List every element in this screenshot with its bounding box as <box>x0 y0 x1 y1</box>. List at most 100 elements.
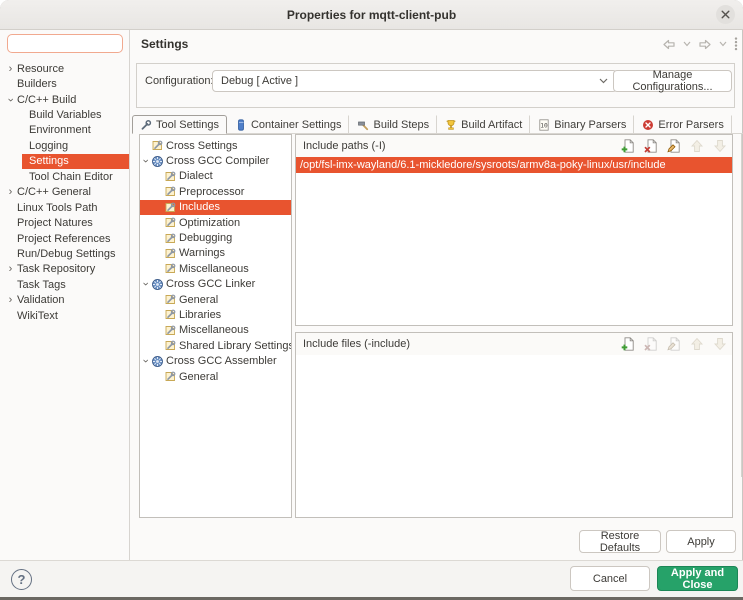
tool-tree-item-cross-gcc-assembler[interactable]: › Cross GCC Assembler <box>140 353 291 368</box>
tab-build-artifact[interactable]: Build Artifact <box>437 115 531 133</box>
move-entry-down-button[interactable] <box>712 337 727 352</box>
back-button[interactable] <box>662 38 676 51</box>
properties-sidebar: › Resource Builders › C/C++ Build Build Varia… <box>0 30 130 560</box>
move-entry-down-button[interactable] <box>712 139 727 154</box>
tool-tree-item-libraries[interactable]: Libraries <box>140 307 291 322</box>
container-icon <box>235 118 247 131</box>
category-icon <box>164 324 177 337</box>
apply-button[interactable]: Apply <box>666 530 736 553</box>
cancel-button[interactable]: Cancel <box>570 566 650 591</box>
sidebar-item-builders[interactable]: Builders <box>0 76 129 91</box>
restore-defaults-button[interactable]: Restore Defaults <box>579 530 661 554</box>
tool-tree-item-miscellaneous[interactable]: Miscellaneous <box>140 323 291 338</box>
dialog-footer: ? Cancel Apply and Close <box>0 560 743 600</box>
titlebar[interactable]: Properties for mqtt-client-pub <box>0 0 743 30</box>
forward-history-button[interactable] <box>719 41 727 47</box>
tool-tree-item-general[interactable]: General <box>140 369 291 384</box>
sidebar-item-label: Validation <box>17 294 65 307</box>
sidebar-item-resource[interactable]: › Resource <box>0 61 129 76</box>
sidebar-item-environment[interactable]: Environment <box>0 123 129 138</box>
tool-tree-item-label: Optimization <box>179 216 241 229</box>
forward-button[interactable] <box>698 38 712 51</box>
tool-tree-item-miscellaneous[interactable]: Miscellaneous <box>140 261 291 276</box>
move-down-icon <box>713 139 727 153</box>
manage-configurations-button[interactable]: Manage Configurations... <box>613 69 732 93</box>
tab-binary-parsers[interactable]: 10 Binary Parsers <box>530 115 635 133</box>
tool-tree-item-dialect[interactable]: Dialect <box>140 169 291 184</box>
add-entry-button[interactable] <box>620 337 635 352</box>
configuration-value: Debug [ Active ] <box>221 75 299 87</box>
edit-entry-button[interactable] <box>666 139 681 154</box>
expander-expanded-icon[interactable]: › <box>140 356 152 367</box>
sidebar-item-label: Build Variables <box>29 109 102 122</box>
tool-tree-item-general[interactable]: General <box>140 292 291 307</box>
tool-tree-item-optimization[interactable]: Optimization <box>140 215 291 230</box>
sidebar-item-tool-chain-editor[interactable]: Tool Chain Editor <box>0 169 129 184</box>
error-icon <box>642 119 654 131</box>
sidebar-item-build-variables[interactable]: Build Variables <box>0 107 129 122</box>
sidebar-item-linux-tools-path[interactable]: Linux Tools Path <box>0 200 129 215</box>
apply-and-close-button[interactable]: Apply and Close <box>657 566 738 591</box>
help-button[interactable]: ? <box>11 569 32 590</box>
expander-expanded-icon[interactable]: › <box>140 279 152 290</box>
expander-collapsed-icon[interactable]: › <box>4 63 17 75</box>
tool-tree-item-label: Miscellaneous <box>179 324 249 337</box>
properties-tree: › Resource Builders › C/C++ Build Build Varia… <box>0 61 129 560</box>
tool-tree-item-label: Cross GCC Linker <box>166 278 256 291</box>
back-history-button[interactable] <box>683 41 691 47</box>
sidebar-item-label: WikiText <box>17 309 58 322</box>
properties-dialog: Properties for mqtt-client-pub › Resource… <box>0 0 743 600</box>
tool-tree-item-warnings[interactable]: Warnings <box>140 246 291 261</box>
dialog-title: Properties for mqtt-client-pub <box>286 7 457 22</box>
delete-entry-button[interactable] <box>643 337 658 352</box>
tab-label: Build Steps <box>373 118 430 131</box>
expander-collapsed-icon[interactable]: › <box>4 294 17 306</box>
sidebar-item-run-debug-settings[interactable]: Run/Debug Settings <box>0 246 129 261</box>
add-icon <box>621 139 635 153</box>
tool-tree-item-cross-gcc-linker[interactable]: › Cross GCC Linker <box>140 277 291 292</box>
sidebar-item-project-natures[interactable]: Project Natures <box>0 215 129 230</box>
sidebar-item-label: Builders <box>17 78 57 91</box>
expander-collapsed-icon[interactable]: › <box>4 186 17 198</box>
configuration-select[interactable]: Debug [ Active ] <box>212 70 617 92</box>
expander-collapsed-icon[interactable]: › <box>4 263 17 275</box>
sidebar-item-wikitext[interactable]: WikiText <box>0 308 129 323</box>
tool-icon <box>151 278 164 291</box>
tool-tree-item-shared-library-settings[interactable]: Shared Library Settings <box>140 338 291 353</box>
sidebar-item-task-repository[interactable]: › Task Repository <box>0 262 129 277</box>
tab-container-settings[interactable]: Container Settings <box>227 115 350 133</box>
tool-tree-item-label: Cross GCC Assembler <box>166 355 277 368</box>
tab-error-parsers[interactable]: Error Parsers <box>634 115 732 133</box>
sidebar-item-settings[interactable]: Settings <box>0 153 129 170</box>
tool-tree-item-cross-gcc-compiler[interactable]: › Cross GCC Compiler <box>140 153 291 168</box>
tab-tool-settings[interactable]: Tool Settings <box>132 115 227 134</box>
delete-entry-button[interactable] <box>643 139 658 154</box>
move-entry-up-button[interactable] <box>689 139 704 154</box>
sidebar-item-c-c-build[interactable]: › C/C++ Build <box>0 92 129 107</box>
sidebar-item-task-tags[interactable]: Task Tags <box>0 277 129 292</box>
edit-entry-button[interactable] <box>666 337 681 352</box>
view-menu-button[interactable] <box>734 37 738 51</box>
sidebar-item-project-references[interactable]: Project References <box>0 231 129 246</box>
list-entry[interactable]: /opt/fsl-imx-wayland/6.1-mickledore/sysr… <box>296 157 732 173</box>
close-button[interactable] <box>716 5 735 24</box>
settings-tabbar: Tool Settings Container Settings Build Ste… <box>132 114 743 134</box>
move-entry-up-button[interactable] <box>689 337 704 352</box>
sidebar-item-label: Environment <box>29 124 91 137</box>
tool-tree-item-preprocessor[interactable]: Preprocessor <box>140 184 291 199</box>
tool-tree-item-debugging[interactable]: Debugging <box>140 230 291 245</box>
include-paths-panel: Include paths (-I) /opt/fsl-imx-wayland/… <box>295 134 733 326</box>
tool-tree-item-label: Debugging <box>179 232 233 245</box>
filter-input[interactable] <box>7 34 123 53</box>
tool-tree-item-cross-settings[interactable]: Cross Settings <box>140 138 291 153</box>
expander-expanded-icon[interactable]: › <box>5 93 17 106</box>
add-entry-button[interactable] <box>620 139 635 154</box>
sidebar-item-c-c-general[interactable]: › C/C++ General <box>0 185 129 200</box>
sidebar-item-validation[interactable]: › Validation <box>0 293 129 308</box>
sidebar-item-logging[interactable]: Logging <box>0 138 129 153</box>
tab-build-steps[interactable]: Build Steps <box>349 115 438 133</box>
expander-expanded-icon[interactable]: › <box>140 156 152 167</box>
sidebar-item-label: Settings <box>29 155 69 168</box>
category-icon <box>164 247 177 260</box>
tool-tree-item-includes[interactable]: Includes <box>140 199 291 215</box>
